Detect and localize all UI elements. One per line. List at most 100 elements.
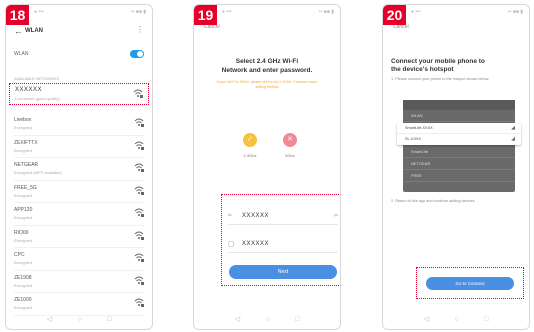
lock-icon: ▢ xyxy=(228,241,235,248)
network-status: Encrypted (WPS available) xyxy=(14,170,62,175)
nav-back-icon[interactable]: ◁ xyxy=(424,315,429,325)
band-illustration: ✓ 2.4Ghz ✕ 5Ghz xyxy=(238,133,302,173)
network-name: ZEXIFTTX xyxy=(14,139,38,146)
setup-title: Select 2.4 GHz Wi-Fi Network and enter p… xyxy=(202,57,332,75)
network-item[interactable]: RIO00 Encrypted xyxy=(14,226,144,248)
status-right: •• ■■ ▮ xyxy=(130,9,146,15)
network-status: Encrypted xyxy=(14,282,33,288)
hotspot-popup: SmartLife-XXXX ◢ SL-XXXX ◢ xyxy=(397,123,521,145)
network-name: APP120 xyxy=(14,207,33,213)
hotspot-title-line-2: the device's hotspot xyxy=(391,66,454,73)
network-item[interactable]: Livebox Encrypted xyxy=(14,113,144,136)
status-right: •• ■■ ▮ xyxy=(507,9,523,15)
instruction-step-1: 1. Please connect your phone to the hots… xyxy=(391,77,490,81)
wifi-lock-icon xyxy=(134,231,144,240)
wifi-lock-icon xyxy=(134,163,144,172)
band-label: 2.4Ghz xyxy=(243,153,257,158)
wlan-toggle[interactable] xyxy=(130,50,144,58)
arrow-left-icon[interactable]: ← xyxy=(14,26,23,36)
network-name: CPC xyxy=(14,252,25,258)
network-item[interactable]: FREE_5G Encrypted xyxy=(14,181,144,203)
network-status: Encrypted xyxy=(14,260,33,265)
hotspot-name: SL-XXXX xyxy=(405,137,422,141)
password-value: XXXXXX xyxy=(242,241,270,247)
network-name: FREE_5G xyxy=(14,184,37,191)
network-status: Encrypted xyxy=(14,237,33,243)
highlight-box-credentials: ≈ XXXXXX ⇄ ▢ XXXXXX Next xyxy=(221,194,340,286)
frequency-note[interactable]: If your Wi-Fi is 5GHz, please set it to … xyxy=(214,80,320,90)
network-status: Encrypted xyxy=(14,305,33,310)
go-to-connect-button[interactable]: Go to Connect xyxy=(426,277,514,290)
wifi-ssid-field[interactable]: ≈ XXXXXX ⇄ xyxy=(228,209,338,225)
wifi-icon: ≈ xyxy=(228,212,232,219)
nav-recents-icon[interactable]: □ xyxy=(484,315,488,325)
status-left: ● ••• xyxy=(222,9,232,15)
step-number-badge: 20 xyxy=(383,5,406,25)
illustration-topbar xyxy=(403,100,515,110)
network-item[interactable]: ZE1000 Encrypted xyxy=(14,293,144,316)
step-number-badge: 19 xyxy=(194,5,217,25)
wifi-lock-icon xyxy=(133,89,143,98)
network-status: Encrypted xyxy=(14,147,33,153)
band-24ghz: ✓ 2.4Ghz xyxy=(238,133,262,173)
switch-network-icon[interactable]: ⇄ xyxy=(334,213,338,219)
illustration-row: WLAN xyxy=(403,110,515,122)
network-status: Encrypted xyxy=(14,125,33,130)
network-item[interactable]: NETGEAR Encrypted (WPS available) xyxy=(14,158,144,181)
network-item-selected[interactable]: XXXXXX Connected (good quality) xyxy=(9,83,149,105)
phone-screen-hotspot: 20 ● ••• •• ■■ ▮ Cancel Connect your mob… xyxy=(382,4,530,330)
network-item[interactable]: CPC Encrypted xyxy=(14,248,144,271)
hotspot-title: Connect your mobile phone to the device'… xyxy=(391,58,521,74)
illustration-row: FREE xyxy=(403,170,515,182)
nav-home-icon[interactable]: ○ xyxy=(77,315,81,325)
next-button[interactable]: Next xyxy=(229,265,337,279)
nav-back-icon[interactable]: ◁ xyxy=(235,315,240,325)
status-left: ● ••• xyxy=(34,9,44,15)
network-name: RIO00 xyxy=(14,229,29,236)
page-title: WLAN xyxy=(25,28,43,34)
check-icon: ✓ xyxy=(243,133,257,147)
illustration-row: SmartLife xyxy=(403,146,515,158)
status-bar: ● ••• •• ■■ ▮ xyxy=(387,9,525,19)
step-number-badge: 18 xyxy=(6,5,29,25)
phone-screen-wifi-setup: 19 ● ••• •• ■■ ▮ Cancel Select 2.4 GHz W… xyxy=(193,4,341,330)
wifi-lock-icon xyxy=(134,208,144,217)
wifi-signal-icon: ◢ xyxy=(511,125,515,131)
status-bar: ● ••• •• ■■ ▮ xyxy=(198,9,336,19)
network-status: Encrypted xyxy=(14,215,33,220)
phone-screen-wlan: 18 ● ••• •• ■■ ▮ ← WLAN ⋮ WLAN AVAILABLE… xyxy=(5,4,153,330)
setup-title-line-2: Network and enter password. xyxy=(221,67,313,74)
network-name: ZE1000 xyxy=(14,297,32,303)
highlight-box-connect: Go to Connect xyxy=(416,267,524,299)
nav-recents-icon[interactable]: □ xyxy=(107,315,111,325)
network-name: NETGEAR xyxy=(14,162,39,168)
network-name: Livebox xyxy=(14,117,32,123)
network-list: XXXXXX Connected (good quality) Livebox … xyxy=(6,83,152,316)
wlan-toggle-row: WLAN xyxy=(14,49,144,61)
setup-title-line-1: Select 2.4 GHz Wi-Fi xyxy=(235,58,299,65)
status-right: •• ■■ ▮ xyxy=(318,9,334,15)
cross-icon: ✕ xyxy=(283,133,297,147)
wifi-lock-icon xyxy=(134,298,144,307)
hotspot-entry: SmartLife-XXXX ◢ xyxy=(397,123,521,134)
wifi-signal-icon: ◢ xyxy=(511,136,515,142)
network-status: Connected (good quality) xyxy=(15,96,60,101)
available-networks-label: AVAILABLE NETWORKS xyxy=(14,76,60,81)
password-field[interactable]: ▢ XXXXXX xyxy=(228,237,338,253)
network-item[interactable]: APP120 Encrypted xyxy=(14,203,144,226)
more-vertical-icon[interactable]: ⋮ xyxy=(136,26,144,34)
wlan-header: ← WLAN ⋮ xyxy=(14,25,144,39)
nav-recents-icon[interactable]: □ xyxy=(295,315,299,325)
nav-home-icon[interactable]: ○ xyxy=(454,315,458,325)
network-item[interactable]: ZE1908 Encrypted xyxy=(14,271,144,293)
network-item[interactable]: ZEXIFTTX Encrypted xyxy=(14,136,144,158)
nav-back-icon[interactable]: ◁ xyxy=(47,315,52,325)
nav-home-icon[interactable]: ○ xyxy=(265,315,269,325)
wifi-lock-icon xyxy=(134,141,144,150)
hotspot-screenshot-illustration: WLAN Smart SmartLife NETGEAR FREE SmartL… xyxy=(397,100,521,192)
hotspot-entry: SL-XXXX ◢ xyxy=(397,134,521,145)
ssid-value: XXXXXX xyxy=(242,213,270,219)
instruction-step-2: 2. Return to this app and continue addin… xyxy=(391,199,476,203)
network-status: Encrypted xyxy=(14,192,33,198)
hotspot-title-line-1: Connect your mobile phone to xyxy=(391,58,485,65)
